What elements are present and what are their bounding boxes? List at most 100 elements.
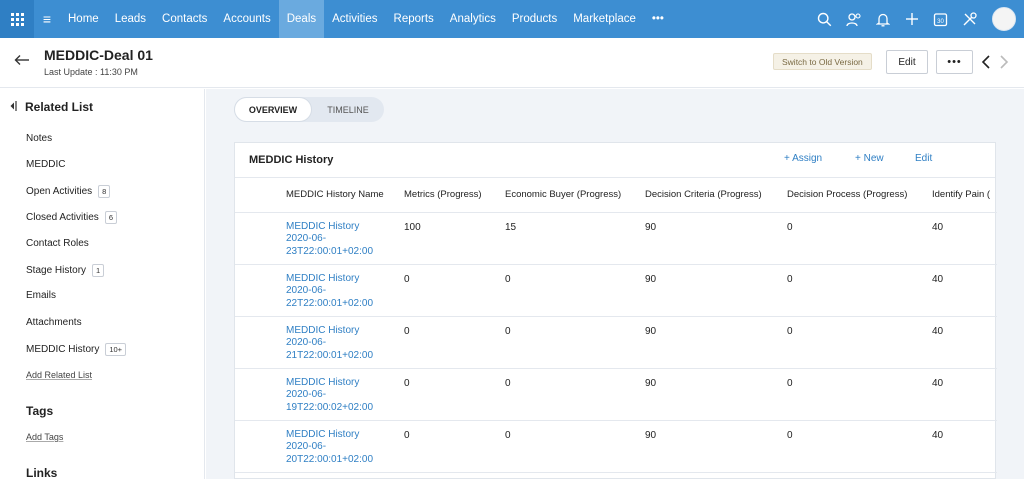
name-line: 21T22:00:01+02:00: [286, 349, 374, 361]
sidebar-item-label: Contact Roles: [26, 238, 89, 249]
name-line: MEDDIC History: [286, 272, 360, 284]
nav-tab-deals[interactable]: Deals: [278, 0, 325, 38]
svg-text:30: 30: [937, 19, 944, 25]
nav-tab-contacts[interactable]: Contacts: [154, 0, 215, 38]
cell-decision-criteria: 90: [645, 316, 787, 369]
nav-tab-reports[interactable]: Reports: [386, 0, 442, 38]
sidebar-item-open-activities[interactable]: Open Activities 8: [26, 185, 111, 198]
cell-metrics: 0: [404, 316, 505, 369]
previous-record-icon[interactable]: [981, 55, 991, 72]
main-content: OVERVIEW TIMELINE MEDDIC History + Assig…: [206, 89, 1024, 479]
nav-tab-leads[interactable]: Leads: [107, 0, 154, 38]
table-row: MEDDIC History 2020-06- 20T22:00:01+02:00 …: [235, 420, 997, 473]
nav-tab-activities[interactable]: Activities: [324, 0, 385, 38]
related-list-heading: Related List: [10, 100, 93, 114]
card-edit-button[interactable]: Edit: [915, 153, 932, 164]
settings-icon[interactable]: [955, 0, 984, 38]
table-row: MEDDIC History 2020-06- 22T22:00:01+02:00 …: [235, 264, 997, 317]
plus-icon[interactable]: [897, 0, 926, 38]
record-name-link[interactable]: MEDDIC History 2020-06- 22T22:00:01+02:00: [286, 264, 404, 317]
record-header: MEDDIC-Deal 01 Last Update : 11:30 PM Sw…: [0, 38, 1024, 88]
cell-decision-process: 0: [787, 212, 932, 265]
cell-metrics: 0: [404, 264, 505, 317]
sidebar-item-label: Notes: [26, 133, 53, 144]
sidebar-item-emails[interactable]: Emails: [26, 290, 56, 301]
column-header-metrics[interactable]: Metrics (Progress): [404, 178, 505, 213]
column-header-decision-process[interactable]: Decision Process (Progress): [787, 178, 932, 213]
cell-identify-pain: 40: [932, 212, 997, 265]
cell-identify-pain: 40: [932, 420, 997, 473]
column-header-name[interactable]: MEDDIC History Name: [286, 178, 404, 213]
edit-button[interactable]: Edit: [886, 50, 928, 74]
search-icon[interactable]: [810, 0, 839, 38]
record-name-link[interactable]: MEDDIC History 2020-06- 20T22:00:01+02:00: [286, 420, 404, 473]
next-record-icon[interactable]: [999, 55, 1009, 72]
collapse-sidebar-icon[interactable]: [10, 100, 17, 114]
cell-metrics: 0: [404, 368, 505, 421]
switch-version-button[interactable]: Switch to Old Version: [773, 53, 872, 70]
new-button[interactable]: + New: [855, 153, 884, 164]
name-line: 22T22:00:01+02:00: [286, 297, 374, 309]
cell-decision-process: 0: [787, 368, 932, 421]
more-actions-button[interactable]: •••: [936, 50, 973, 74]
tags-heading: Tags: [26, 404, 54, 418]
nav-tab-accounts[interactable]: Accounts: [215, 0, 278, 38]
nav-more-button[interactable]: •••: [644, 0, 672, 38]
add-tags-link[interactable]: Add Tags: [26, 432, 63, 442]
cell-economic-buyer: 0: [505, 264, 645, 317]
add-related-list-link[interactable]: Add Related List: [26, 370, 92, 380]
assign-button[interactable]: + Assign: [784, 153, 822, 164]
name-line: 19T22:00:02+02:00: [286, 401, 374, 413]
sidebar-item-attachments[interactable]: Attachments: [26, 317, 82, 328]
cell-economic-buyer: 15: [505, 212, 645, 265]
nav-tab-analytics[interactable]: Analytics: [442, 0, 504, 38]
column-header-identify-pain[interactable]: Identify Pain (: [932, 178, 997, 213]
tab-overview[interactable]: OVERVIEW: [234, 97, 312, 122]
related-list-title: Related List: [25, 100, 94, 114]
name-line: 2020-06-: [286, 285, 327, 296]
cell-economic-buyer: 0: [505, 368, 645, 421]
cell-decision-process: 0: [787, 420, 932, 473]
sidebar-item-meddic[interactable]: MEDDIC: [26, 159, 65, 170]
table-row: MEDDIC History 2020-06- 23T22:00:01+02:00 …: [235, 212, 997, 265]
row-spacer: [235, 212, 286, 265]
sidebar-item-label: Open Activities: [26, 186, 93, 197]
cell-decision-process: 0: [787, 264, 932, 317]
sidebar-item-label: MEDDIC History: [26, 344, 100, 355]
cell-decision-criteria: 90: [645, 264, 787, 317]
tab-timeline[interactable]: TIMELINE: [312, 97, 384, 122]
name-line: 2020-06-: [286, 337, 327, 348]
cell-decision-criteria: 90: [645, 368, 787, 421]
name-line: MEDDIC History: [286, 376, 360, 388]
record-name-link[interactable]: MEDDIC History 2020-06- 21T22:00:01+02:00: [286, 316, 404, 369]
app-launcher-button[interactable]: [0, 0, 34, 38]
sidebar-item-label: Attachments: [26, 317, 82, 328]
name-line: MEDDIC History: [286, 220, 360, 232]
nav-tab-home[interactable]: Home: [60, 0, 107, 38]
record-name-link[interactable]: MEDDIC History 2020-06- 19T22:00:02+02:00: [286, 368, 404, 421]
sidebar-item-notes[interactable]: Notes: [26, 133, 52, 144]
column-header-decision-criteria[interactable]: Decision Criteria (Progress): [645, 178, 787, 213]
cell-metrics: 0: [404, 420, 505, 473]
calendar-icon[interactable]: 30: [926, 0, 955, 38]
column-header-economic-buyer[interactable]: Economic Buyer (Progress): [505, 178, 645, 213]
bell-icon[interactable]: [868, 0, 897, 38]
nav-tab-products[interactable]: Products: [504, 0, 565, 38]
count-badge: 8: [98, 185, 111, 198]
name-line: MEDDIC History: [286, 324, 360, 336]
back-arrow-icon[interactable]: [14, 54, 30, 69]
nav-tab-marketplace[interactable]: Marketplace: [565, 0, 644, 38]
contacts-icon[interactable]: [839, 0, 868, 38]
avatar[interactable]: [992, 7, 1016, 31]
sidebar-item-contact-roles[interactable]: Contact Roles: [26, 238, 89, 249]
row-spacer: [235, 316, 286, 369]
name-line: 2020-06-: [286, 233, 327, 244]
menu-icon[interactable]: ≡: [34, 11, 60, 27]
sidebar-item-closed-activities[interactable]: Closed Activities 6: [26, 211, 117, 224]
view-tabs: OVERVIEW TIMELINE: [234, 97, 384, 122]
sidebar-item-meddic-history[interactable]: MEDDIC History 10+: [26, 343, 127, 356]
name-line: 2020-06-: [286, 441, 327, 452]
record-name-link[interactable]: MEDDIC History 2020-06- 23T22:00:01+02:00: [286, 212, 404, 265]
sidebar-item-stage-history[interactable]: Stage History 1: [26, 264, 105, 277]
card-title: MEDDIC History: [249, 154, 334, 166]
